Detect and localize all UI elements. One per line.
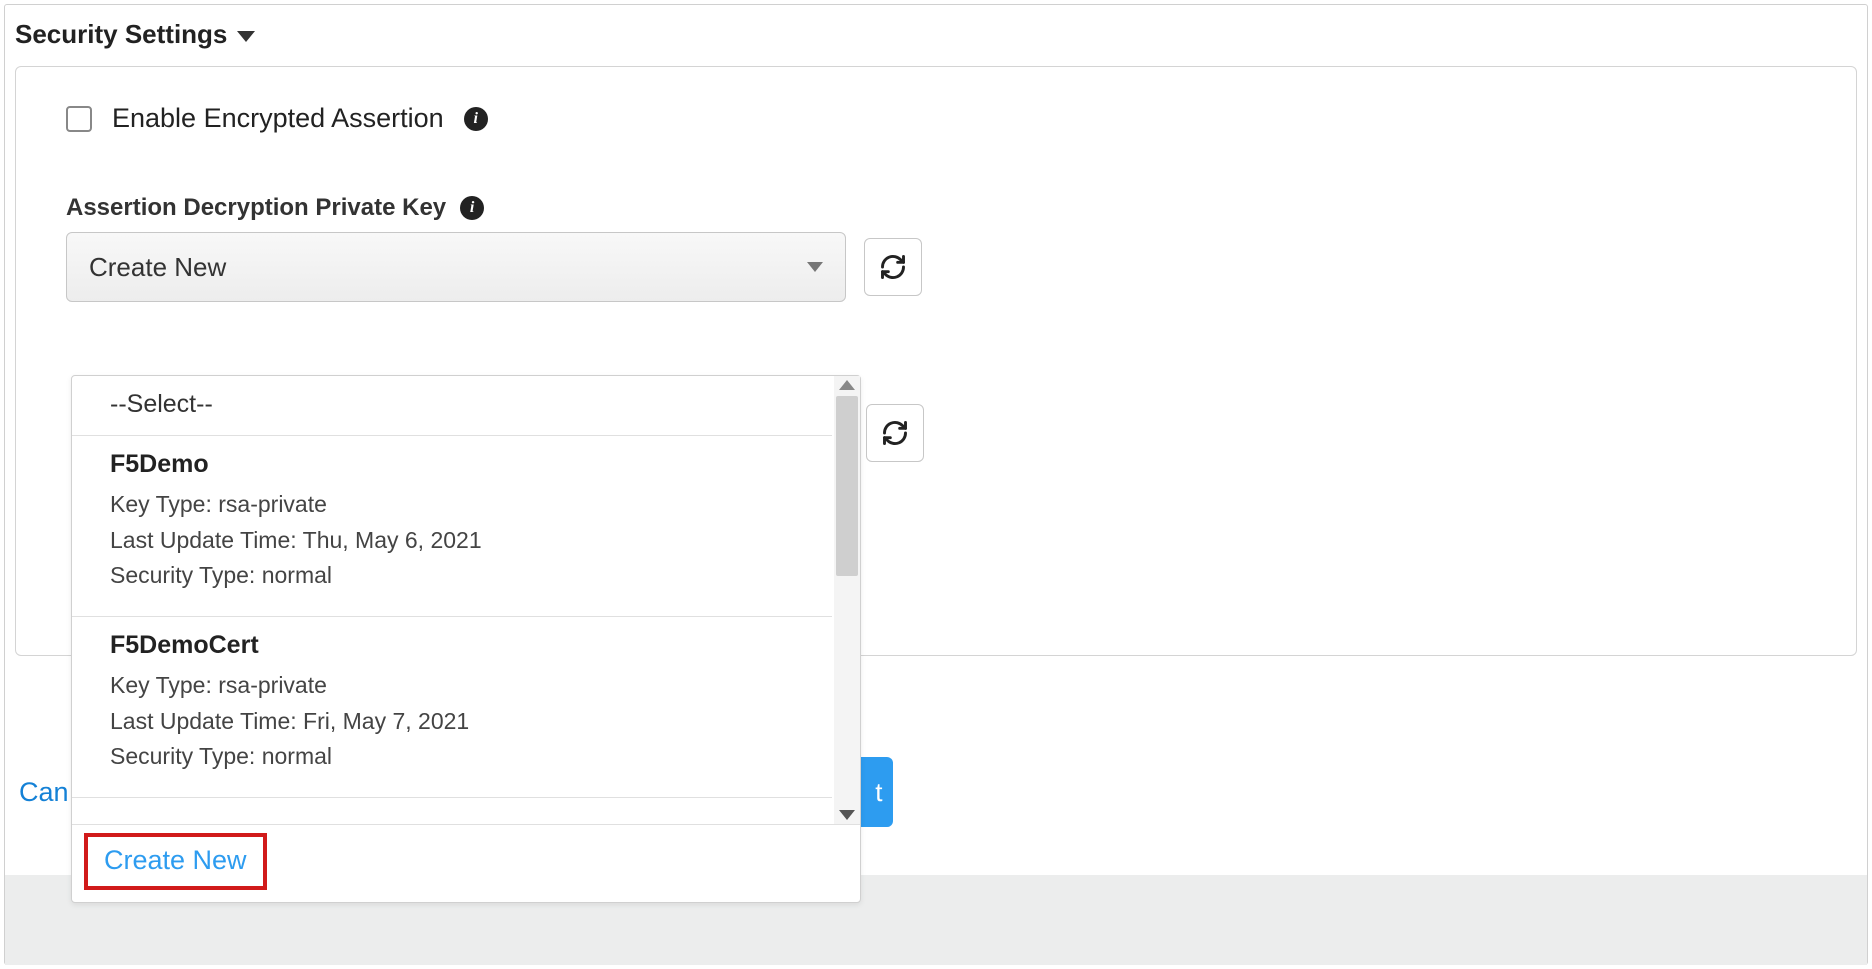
dropdown-item-title: F5Demo <box>110 450 810 479</box>
dropdown-item-truncated[interactable]: ▬▬▬ ▬ ▬▬ ▬▬▬ ▬▬ <box>72 798 832 824</box>
decryption-key-dropdown: --Select-- F5Demo Key Type: rsa-private … <box>71 375 861 903</box>
decryption-key-select-value: Create New <box>89 252 226 283</box>
dropdown-item-f5democert[interactable]: F5DemoCert Key Type: rsa-private Last Up… <box>72 617 832 798</box>
dropdown-list: --Select-- F5Demo Key Type: rsa-private … <box>72 376 860 824</box>
dropdown-item-meta: Key Type: rsa-private Last Update Time: … <box>110 668 810 775</box>
enable-encrypted-assertion-checkbox[interactable] <box>66 106 92 132</box>
create-new-option[interactable]: Create New <box>84 833 267 890</box>
dropdown-scrollbar[interactable] <box>834 376 860 824</box>
decryption-key-label: Assertion Decryption Private Key <box>66 194 446 222</box>
create-new-label: Create New <box>104 845 247 875</box>
security-settings-panel: Security Settings Enable Encrypted Asser… <box>4 4 1868 965</box>
enable-encrypted-assertion-label: Enable Encrypted Assertion <box>112 103 444 134</box>
dropdown-item-meta: Key Type: rsa-private Last Update Time: … <box>110 487 810 594</box>
refresh-button[interactable] <box>864 238 922 296</box>
decryption-key-select[interactable]: Create New <box>66 232 846 302</box>
encrypted-assertion-row: Enable Encrypted Assertion i <box>66 103 1806 134</box>
decryption-key-label-row: Assertion Decryption Private Key i <box>66 194 1806 222</box>
refresh-icon <box>879 253 907 281</box>
scroll-up-icon[interactable] <box>839 380 855 390</box>
scroll-down-icon[interactable] <box>839 810 855 820</box>
info-icon[interactable]: i <box>464 107 488 131</box>
caret-down-icon[interactable] <box>237 31 255 42</box>
decryption-key-select-row: Create New <box>66 232 1806 302</box>
scroll-thumb[interactable] <box>836 396 858 576</box>
info-icon[interactable]: i <box>460 196 484 220</box>
dropdown-placeholder-option[interactable]: --Select-- <box>72 376 832 436</box>
dropdown-item-title: F5DemoCert <box>110 631 810 660</box>
cancel-button[interactable]: Can <box>15 767 73 818</box>
refresh-icon <box>881 419 909 447</box>
dropdown-footer: Create New <box>72 824 860 902</box>
dropdown-item-f5demo[interactable]: F5Demo Key Type: rsa-private Last Update… <box>72 436 832 617</box>
refresh-button-2[interactable] <box>866 404 924 462</box>
chevron-down-icon <box>807 262 823 272</box>
section-title: Security Settings <box>15 19 227 50</box>
section-title-row: Security Settings <box>5 5 1867 60</box>
